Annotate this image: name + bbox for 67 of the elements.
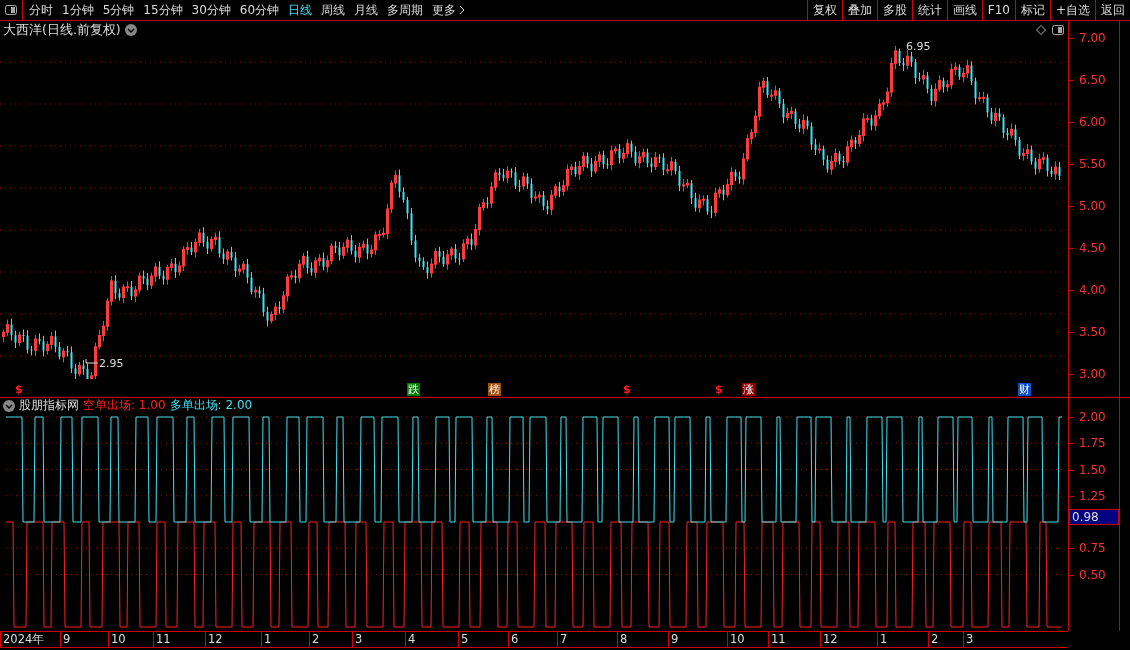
period-tab[interactable]: 15分钟 bbox=[143, 1, 183, 19]
period-tab[interactable]: 日线 bbox=[288, 1, 313, 19]
date-axis-label: 11 bbox=[153, 632, 205, 647]
event-marker[interactable]: 跌 bbox=[407, 383, 420, 396]
date-axis-label: 6 bbox=[508, 632, 557, 647]
panel-toggle-icon[interactable] bbox=[1052, 25, 1064, 35]
date-axis-label: 3 bbox=[963, 632, 1068, 647]
dropdown-icon[interactable] bbox=[124, 24, 137, 36]
date-axis-label: 11 bbox=[768, 632, 820, 647]
price-axis-label: 5.00 bbox=[1079, 199, 1106, 213]
event-marker[interactable]: $ bbox=[14, 383, 24, 396]
date-axis-label: 1 bbox=[261, 632, 309, 647]
price-axis-label: 4.50 bbox=[1079, 241, 1106, 255]
period-tab[interactable]: 周线 bbox=[321, 1, 346, 19]
price-axis-label: 6.50 bbox=[1079, 73, 1106, 87]
price-axis-label: 5.50 bbox=[1079, 157, 1106, 171]
price-axis-label: 3.50 bbox=[1079, 325, 1106, 339]
date-axis-label: 3 bbox=[352, 632, 405, 647]
date-axis-label: 7 bbox=[557, 632, 617, 647]
leader-line bbox=[85, 358, 99, 364]
date-axis-label: 12 bbox=[205, 632, 261, 647]
event-marker[interactable]: 榜 bbox=[488, 383, 501, 396]
date-axis-label: 2 bbox=[928, 632, 963, 647]
dropdown-icon[interactable] bbox=[3, 399, 15, 412]
date-axis-label: 1 bbox=[877, 632, 928, 647]
indicator-axis-label: 0.50 bbox=[1079, 567, 1106, 582]
event-marker[interactable]: 涨 bbox=[742, 383, 755, 396]
more-menu[interactable]: 更多 bbox=[432, 1, 457, 19]
date-axis-label: 9 bbox=[668, 632, 727, 647]
low-price-label: 2.95 bbox=[99, 357, 124, 370]
indicator-axis-label: 0.75 bbox=[1079, 541, 1106, 556]
indicator-axis-label: 1.50 bbox=[1079, 462, 1106, 477]
date-axis-label: 5 bbox=[458, 632, 508, 647]
period-tab[interactable]: 30分钟 bbox=[191, 1, 231, 19]
date-axis-label: 2 bbox=[309, 632, 352, 647]
date-axis-label: 2024年 bbox=[0, 632, 60, 647]
event-marker[interactable]: $ bbox=[714, 383, 724, 396]
indicator-name: 股朋指标网 bbox=[19, 397, 79, 414]
diamond-icon[interactable] bbox=[1036, 25, 1046, 35]
period-tab[interactable]: 多周期 bbox=[387, 1, 424, 19]
indicator-legend: 空单出场: 1.00 bbox=[83, 397, 166, 414]
date-axis-label: 10 bbox=[727, 632, 768, 647]
event-marker[interactable]: 财 bbox=[1018, 383, 1031, 396]
period-tab[interactable]: 5分钟 bbox=[102, 1, 135, 19]
date-axis-label: 9 bbox=[60, 632, 108, 647]
high-price-label: 6.95 bbox=[906, 40, 931, 53]
period-tab[interactable]: 1分钟 bbox=[62, 1, 94, 19]
period-tab[interactable]: 60分钟 bbox=[239, 1, 280, 19]
period-tab[interactable]: 月线 bbox=[354, 1, 379, 19]
indicator-axis-label: 2.00 bbox=[1079, 410, 1106, 424]
event-marker[interactable]: $ bbox=[622, 383, 632, 396]
chart-title: 大西洋(日线.前复权) bbox=[3, 21, 121, 39]
date-axis-label: 8 bbox=[617, 632, 668, 647]
price-axis-label: 3.00 bbox=[1079, 367, 1106, 381]
price-axis-label: 7.00 bbox=[1079, 31, 1106, 45]
panel-toggle-icon[interactable] bbox=[5, 5, 17, 15]
indicator-axis-label: 1.25 bbox=[1079, 488, 1106, 503]
indicator-axis-label: 1.75 bbox=[1079, 436, 1106, 451]
chevron-right-icon bbox=[459, 5, 466, 15]
indicator-legend: 多单出场: 2.00 bbox=[169, 397, 253, 414]
period-tab[interactable]: 分时 bbox=[29, 1, 53, 19]
date-axis-label: 10 bbox=[108, 632, 153, 647]
cursor-value-label: 0.98 bbox=[1069, 509, 1119, 525]
price-axis-label: 6.00 bbox=[1079, 115, 1106, 129]
price-axis-label: 4.00 bbox=[1079, 283, 1106, 297]
date-axis-label: 4 bbox=[405, 632, 458, 647]
date-axis-label: 12 bbox=[820, 632, 877, 647]
